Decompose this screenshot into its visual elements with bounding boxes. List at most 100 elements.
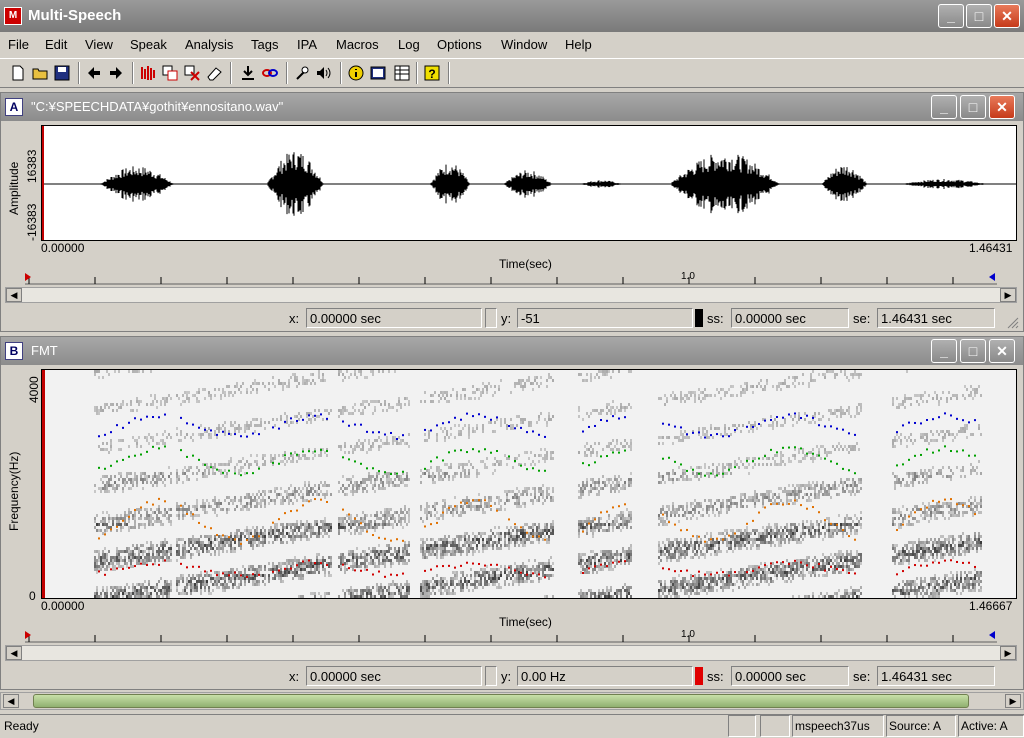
menu-view[interactable]: View (85, 37, 113, 52)
formant-window-titlebar: B FMT _ □ ✕ (1, 337, 1023, 365)
selection-start-field[interactable]: 0.00000 sec (731, 666, 849, 686)
app-icon[interactable]: M (4, 7, 22, 25)
toolbar-separator (286, 62, 288, 84)
scroll-left-arrow-icon[interactable]: ◀ (6, 288, 22, 302)
selection-end-field[interactable]: 1.46431 sec (877, 308, 995, 328)
close-button[interactable]: ✕ (994, 4, 1020, 28)
minimize-button[interactable]: _ (938, 4, 964, 28)
status-panel-1 (728, 715, 756, 737)
amplitude-axis-label: Amplitude (7, 161, 21, 215)
eraser-icon[interactable] (204, 63, 224, 83)
toolbar-separator (340, 62, 342, 84)
spectrogram-scrollbar[interactable]: ◀ ▶ (5, 645, 1017, 661)
main-scroll-thumb[interactable] (33, 694, 969, 708)
waveform-signal (42, 152, 1016, 216)
waveform-x-axis-label: Time(sec) (499, 257, 552, 271)
download-icon[interactable] (238, 63, 258, 83)
active-status: Active: A (958, 715, 1024, 737)
copy-window-icon[interactable] (160, 63, 180, 83)
waveform-x-end: 1.46431 (969, 241, 1013, 255)
table-icon[interactable] (392, 63, 412, 83)
svg-text:?: ? (428, 67, 435, 81)
forward-arrow-icon[interactable] (106, 63, 126, 83)
waveform-minimize-button[interactable]: _ (931, 95, 957, 119)
spectrogram-time-ruler[interactable]: 1.0 (25, 629, 997, 643)
spectrogram-x-end: 1.46667 (969, 599, 1013, 613)
scroll-right-arrow-icon[interactable]: ▶ (1000, 288, 1016, 302)
main-scrollbar[interactable]: ◀ ▶ (0, 692, 1024, 710)
formant-close-button[interactable]: ✕ (989, 339, 1015, 363)
formant-window-title: FMT (31, 343, 58, 358)
scroll-right-arrow-icon[interactable]: ▶ (1000, 646, 1016, 660)
waveform-bars-icon[interactable] (138, 63, 158, 83)
ss-label: ss: (707, 311, 724, 326)
waveform-x-start: 0.00000 (41, 241, 85, 255)
toolbar-separator (416, 62, 418, 84)
se-label: se: (853, 311, 871, 326)
formant-maximize-button[interactable]: □ (960, 339, 986, 363)
speaker-icon[interactable] (314, 63, 334, 83)
maximize-button[interactable]: □ (966, 4, 992, 28)
waveform-cursor[interactable] (42, 126, 44, 240)
menu-file[interactable]: File (8, 37, 29, 52)
waveform-window-title: "C:¥SPEECHDATA¥gothit¥ennositano.wav" (31, 99, 284, 114)
scroll-track[interactable] (24, 646, 996, 660)
formant-window: B FMT _ □ ✕ Frequency(Hz) 4000 0 0.00000… (0, 336, 1024, 690)
status-bar: Ready mspeech37us Source: A Active: A (0, 714, 1024, 738)
menu-log[interactable]: Log (398, 37, 420, 52)
spectrogram-image (94, 370, 982, 598)
info-icon[interactable] (346, 63, 366, 83)
scroll-track[interactable] (24, 288, 996, 302)
open-folder-icon[interactable] (30, 63, 50, 83)
delete-window-icon[interactable] (182, 63, 202, 83)
waveform-scrollbar[interactable]: ◀ ▶ (5, 287, 1017, 303)
menu-help[interactable]: Help (565, 37, 592, 52)
save-icon[interactable] (52, 63, 72, 83)
waveform-time-ruler[interactable]: 1.0 (25, 271, 997, 285)
main-scroll-left-icon[interactable]: ◀ (3, 694, 19, 708)
selection-end-field[interactable]: 1.46431 sec (877, 666, 995, 686)
menu-options[interactable]: Options (437, 37, 482, 52)
menu-ipa[interactable]: IPA (297, 37, 317, 52)
x-position-field[interactable]: 0.00000 sec (306, 666, 482, 686)
spectrogram-x-start: 0.00000 (41, 599, 85, 613)
toolbar-separator (448, 62, 450, 84)
waveform-plot[interactable] (41, 125, 1017, 241)
ruler-mark-label: 1.0 (681, 271, 695, 282)
selection-start-field[interactable]: 0.00000 sec (731, 308, 849, 328)
formant-minimize-button[interactable]: _ (931, 339, 957, 363)
main-scroll-right-icon[interactable]: ▶ (1005, 694, 1021, 708)
y-value-field[interactable]: 0.00 Hz (517, 666, 693, 686)
menu-edit[interactable]: Edit (45, 37, 67, 52)
y-label: y: (501, 669, 512, 684)
spectrogram-plot[interactable] (41, 369, 1017, 599)
help-question-icon[interactable]: ? (422, 63, 442, 83)
microphone-icon[interactable] (292, 63, 312, 83)
menu-analysis[interactable]: Analysis (185, 37, 233, 52)
ruler-ticks (25, 631, 997, 643)
marker-color-swatch (695, 667, 703, 685)
status-panel-2 (760, 715, 790, 737)
link-icon[interactable] (260, 63, 280, 83)
scroll-left-arrow-icon[interactable]: ◀ (6, 646, 22, 660)
frequency-axis-label: Frequency(Hz) (7, 451, 21, 531)
waveform-close-button[interactable]: ✕ (989, 95, 1015, 119)
waveform-maximize-button[interactable]: □ (960, 95, 986, 119)
x-position-field[interactable]: 0.00000 sec (306, 308, 482, 328)
marker-color-swatch (695, 309, 703, 327)
ready-status: Ready (4, 719, 39, 733)
display-window-icon[interactable] (368, 63, 388, 83)
menu-tags[interactable]: Tags (251, 37, 278, 52)
menu-window[interactable]: Window (501, 37, 547, 52)
back-arrow-icon[interactable] (84, 63, 104, 83)
window-letter-a: A (5, 98, 23, 116)
new-file-icon[interactable] (8, 63, 28, 83)
resize-grip-icon[interactable] (1005, 315, 1019, 329)
toolbar-separator (78, 62, 80, 84)
toolbar: ? (0, 58, 1024, 88)
menu-macros[interactable]: Macros (336, 37, 379, 52)
y-value-field[interactable]: -51 (517, 308, 693, 328)
spectrogram-cursor[interactable] (42, 370, 45, 598)
ruler-mark-label: 1.0 (681, 629, 695, 640)
menu-speak[interactable]: Speak (130, 37, 167, 52)
